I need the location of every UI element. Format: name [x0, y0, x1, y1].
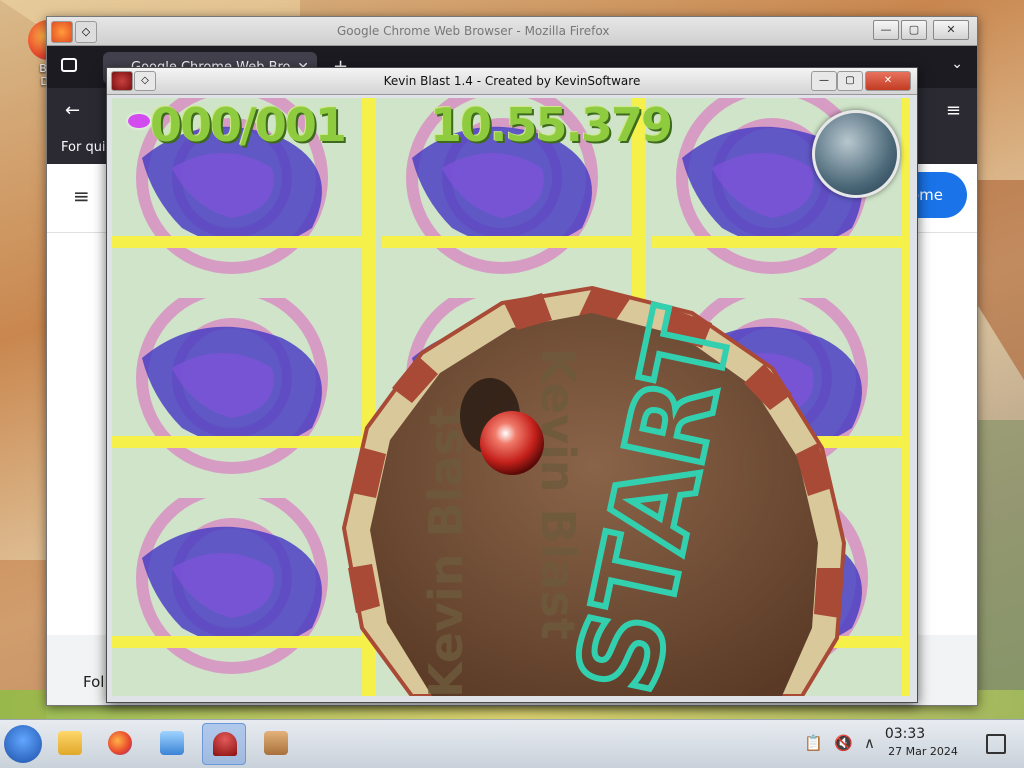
folder-icon: [58, 731, 82, 755]
firefox-titlebar[interactable]: ◇ Google Chrome Web Browser - Mozilla Fi…: [47, 17, 977, 46]
game-close-button[interactable]: ✕: [865, 71, 911, 91]
taskbar-app-firefox[interactable]: [98, 723, 142, 765]
package-icon: [264, 731, 288, 755]
taskbar-app-package-installer[interactable]: [254, 723, 298, 765]
game-maximize-button[interactable]: ▢: [837, 71, 863, 91]
info-bar-text: For qui: [61, 140, 106, 155]
platform-logo-left: Kevin Blast: [419, 406, 473, 696]
window-menu-icon[interactable]: ◇: [75, 21, 97, 43]
game-timer: 10.55.379: [430, 98, 673, 152]
game-window-title: Kevin Blast 1.4 - Created by KevinSoftwa…: [383, 74, 641, 88]
tab-overview-icon[interactable]: [61, 58, 77, 72]
follow-text: Fol: [83, 673, 105, 691]
clock-time[interactable]: 03:33: [860, 726, 950, 742]
back-button[interactable]: ←: [65, 100, 80, 121]
game-minimize-button[interactable]: —: [811, 71, 837, 91]
firefox-app-icon: [51, 21, 73, 43]
game-scene: Kevin Blast Kevin Blast START: [112, 98, 910, 696]
firefox-window-title: Google Chrome Web Browser - Mozilla Fire…: [337, 24, 610, 38]
list-tabs-icon[interactable]: ⌄: [951, 56, 963, 72]
compass-orb-icon: [812, 110, 900, 198]
firefox-icon: [108, 731, 132, 755]
clipboard-icon[interactable]: 📋: [804, 734, 823, 752]
start-menu-icon[interactable]: [4, 725, 42, 763]
gem-icon: [128, 114, 150, 128]
show-desktop-icon[interactable]: [986, 734, 1006, 754]
taskbar-app-wine[interactable]: [202, 723, 246, 765]
taskbar-app-file-manager[interactable]: [48, 723, 92, 765]
page-hamburger-icon[interactable]: ≡: [73, 184, 90, 208]
firefox-minimize-button[interactable]: —: [873, 20, 899, 40]
taskbar-app-system-settings[interactable]: [150, 723, 194, 765]
clock-date[interactable]: 27 Mar 2024: [878, 745, 968, 758]
kevin-blast-window[interactable]: ◇ Kevin Blast 1.4 - Created by KevinSoft…: [106, 67, 918, 703]
app-menu-button[interactable]: ≡: [946, 100, 961, 121]
game-titlebar[interactable]: ◇ Kevin Blast 1.4 - Created by KevinSoft…: [107, 68, 917, 95]
gem-counter: 000/001: [150, 98, 347, 152]
wine-glass-icon: [213, 732, 237, 756]
player-ball: [480, 411, 544, 475]
settings-icon: [160, 731, 184, 755]
game-viewport[interactable]: Kevin Blast Kevin Blast START 000/001 10…: [112, 98, 910, 696]
firefox-close-button[interactable]: ✕: [933, 20, 969, 40]
volume-muted-icon[interactable]: 🔇: [834, 734, 853, 752]
firefox-maximize-button[interactable]: ▢: [901, 20, 927, 40]
taskbar: 📋 🔇 ∧ 03:33 27 Mar 2024: [0, 719, 1024, 768]
